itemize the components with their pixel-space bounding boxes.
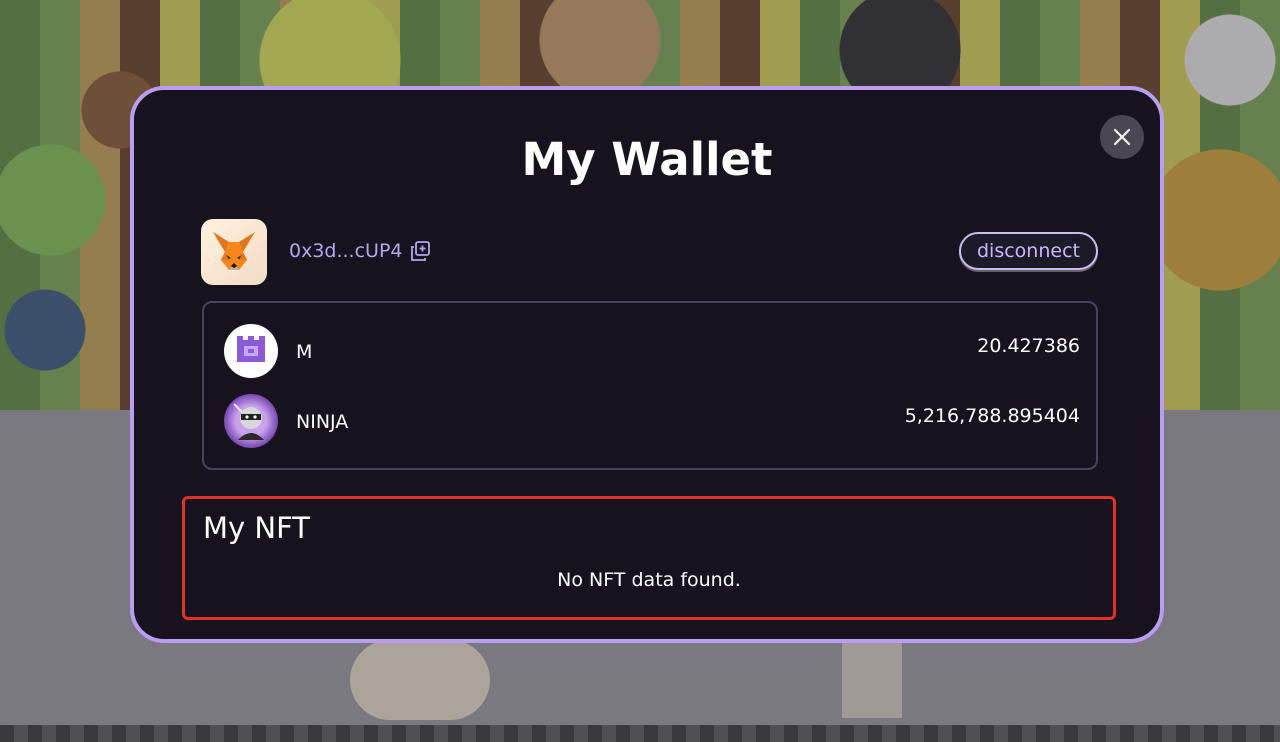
wallet-modal: My Wallet 0x3d...cUP4 disconnect M 20.42… (130, 86, 1164, 643)
nft-section: My NFT No NFT data found. (182, 496, 1116, 620)
token-row: M 20.427386 (224, 324, 1080, 380)
token-balance-list: M 20.427386 NINJA 5,216,788.895404 (202, 301, 1098, 470)
token-balance: 5,216,788.895404 (904, 405, 1080, 427)
modal-title: My Wallet (521, 133, 773, 186)
m-token-icon (224, 324, 278, 378)
disconnect-button[interactable]: disconnect (959, 232, 1098, 270)
copy-icon[interactable] (409, 240, 431, 262)
wallet-provider-logo (201, 219, 267, 285)
token-name: M (296, 341, 313, 363)
token-row: NINJA 5,216,788.895404 (224, 394, 1080, 450)
nft-empty-message: No NFT data found. (557, 569, 741, 591)
wallet-address: 0x3d...cUP4 (289, 240, 403, 262)
metamask-fox-icon (213, 232, 255, 270)
wallet-address-row: 0x3d...cUP4 (289, 236, 431, 266)
nft-section-title: My NFT (203, 511, 310, 545)
ninja-token-icon (224, 394, 278, 448)
token-balance: 20.427386 (977, 335, 1080, 357)
token-name: NINJA (296, 411, 349, 433)
